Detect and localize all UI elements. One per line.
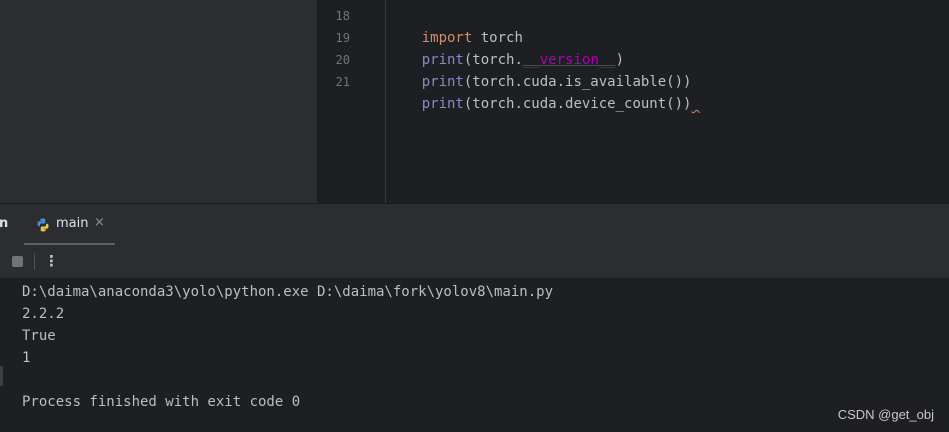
run-toolbar: ⋮	[0, 245, 949, 278]
code-line[interactable]: print(torch.cuda.device_count())	[388, 71, 700, 112]
console-line: Process finished with exit code 0	[22, 394, 301, 410]
tab-main-label: main	[56, 216, 89, 231]
close-icon[interactable]: ×	[94, 215, 105, 230]
code-token: (torch.cuda.device_count())	[463, 96, 692, 112]
console-line: D:\daima\anaconda3\yolo\python.exe D:\da…	[22, 284, 554, 300]
code-token: print	[421, 96, 464, 112]
code-line[interactable]: import torch	[388, 5, 523, 46]
line-number: 19	[335, 31, 350, 45]
scrollbar-marker[interactable]	[0, 366, 3, 386]
run-tool-window-header: n main ×	[0, 203, 949, 246]
warning-squiggle	[691, 96, 699, 112]
more-vertical-icon[interactable]: ⋮	[44, 251, 59, 271]
toolbar-divider	[34, 253, 35, 270]
project-panel	[0, 0, 317, 203]
line-number: 20	[335, 53, 350, 67]
watermark: CSDN @get_obj	[837, 407, 934, 422]
line-number: 18	[335, 9, 350, 23]
tab-main[interactable]: main ×	[24, 204, 115, 246]
console-output[interactable]: D:\daima\anaconda3\yolo\python.exe D:\da…	[0, 278, 949, 432]
python-icon	[37, 218, 49, 232]
code-line[interactable]: print(torch.cuda.is_available())	[388, 49, 692, 90]
stop-icon[interactable]	[12, 256, 23, 267]
console-line: True	[22, 328, 56, 344]
code-editor[interactable]: 18 19 20 21 import torch print(torch.__v…	[317, 0, 949, 203]
line-number: 21	[335, 75, 350, 89]
console-line: 2.2.2	[22, 306, 65, 322]
console-line: 1	[22, 350, 31, 366]
line-number-gutter: 18 19 20 21	[318, 0, 386, 203]
code-line[interactable]: print(torch.__version__)	[388, 27, 624, 68]
tool-window-title: n	[0, 216, 9, 231]
